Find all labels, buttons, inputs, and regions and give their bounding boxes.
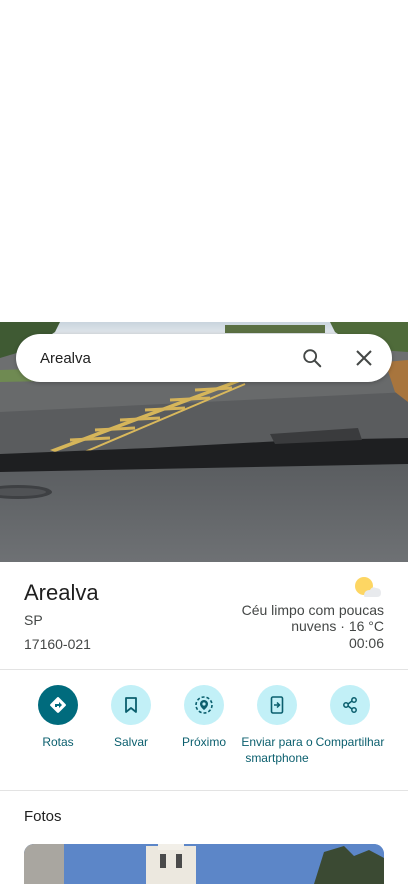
directions-icon: [38, 685, 78, 725]
map-blank-area: [0, 0, 408, 322]
weather-time: 00:06: [348, 635, 384, 651]
nearby-icon: [184, 685, 224, 725]
action-label: Salvar: [113, 735, 148, 749]
place-title: Arealva: [24, 580, 99, 605]
place-info: Arealva SP 17160-021 Céu limpo com pouca…: [0, 562, 408, 670]
search-icon[interactable]: [292, 338, 332, 378]
action-label: Rotas: [42, 735, 74, 749]
send-to-phone-icon: [257, 685, 297, 725]
place-postal-code: 17160-021: [24, 636, 91, 652]
bookmark-icon: [111, 685, 151, 725]
action-label: Enviar para o smartphone: [241, 735, 313, 765]
action-label: Compartilhar: [315, 735, 385, 749]
send-to-phone-button[interactable]: Enviar para o smartphone: [237, 685, 317, 766]
close-icon[interactable]: [344, 338, 384, 378]
photo-thumbnail[interactable]: [24, 844, 384, 884]
search-bar[interactable]: Arealva: [16, 334, 392, 382]
partly-cloudy-icon: [354, 576, 382, 600]
action-bar: Rotas Salvar Próximo Enviar para o smart…: [0, 671, 408, 791]
weather-description: Céu limpo com poucas nuvens · 16 °C: [241, 602, 384, 634]
save-button[interactable]: Salvar: [91, 685, 171, 750]
action-label: Próximo: [181, 735, 226, 749]
nearby-button[interactable]: Próximo: [164, 685, 244, 750]
place-state: SP: [24, 612, 43, 628]
share-icon: [330, 685, 370, 725]
directions-button[interactable]: Rotas: [18, 685, 98, 750]
share-button[interactable]: Compartilhar: [310, 685, 390, 750]
search-input[interactable]: Arealva: [40, 350, 292, 367]
photos-heading: Fotos: [24, 808, 62, 825]
